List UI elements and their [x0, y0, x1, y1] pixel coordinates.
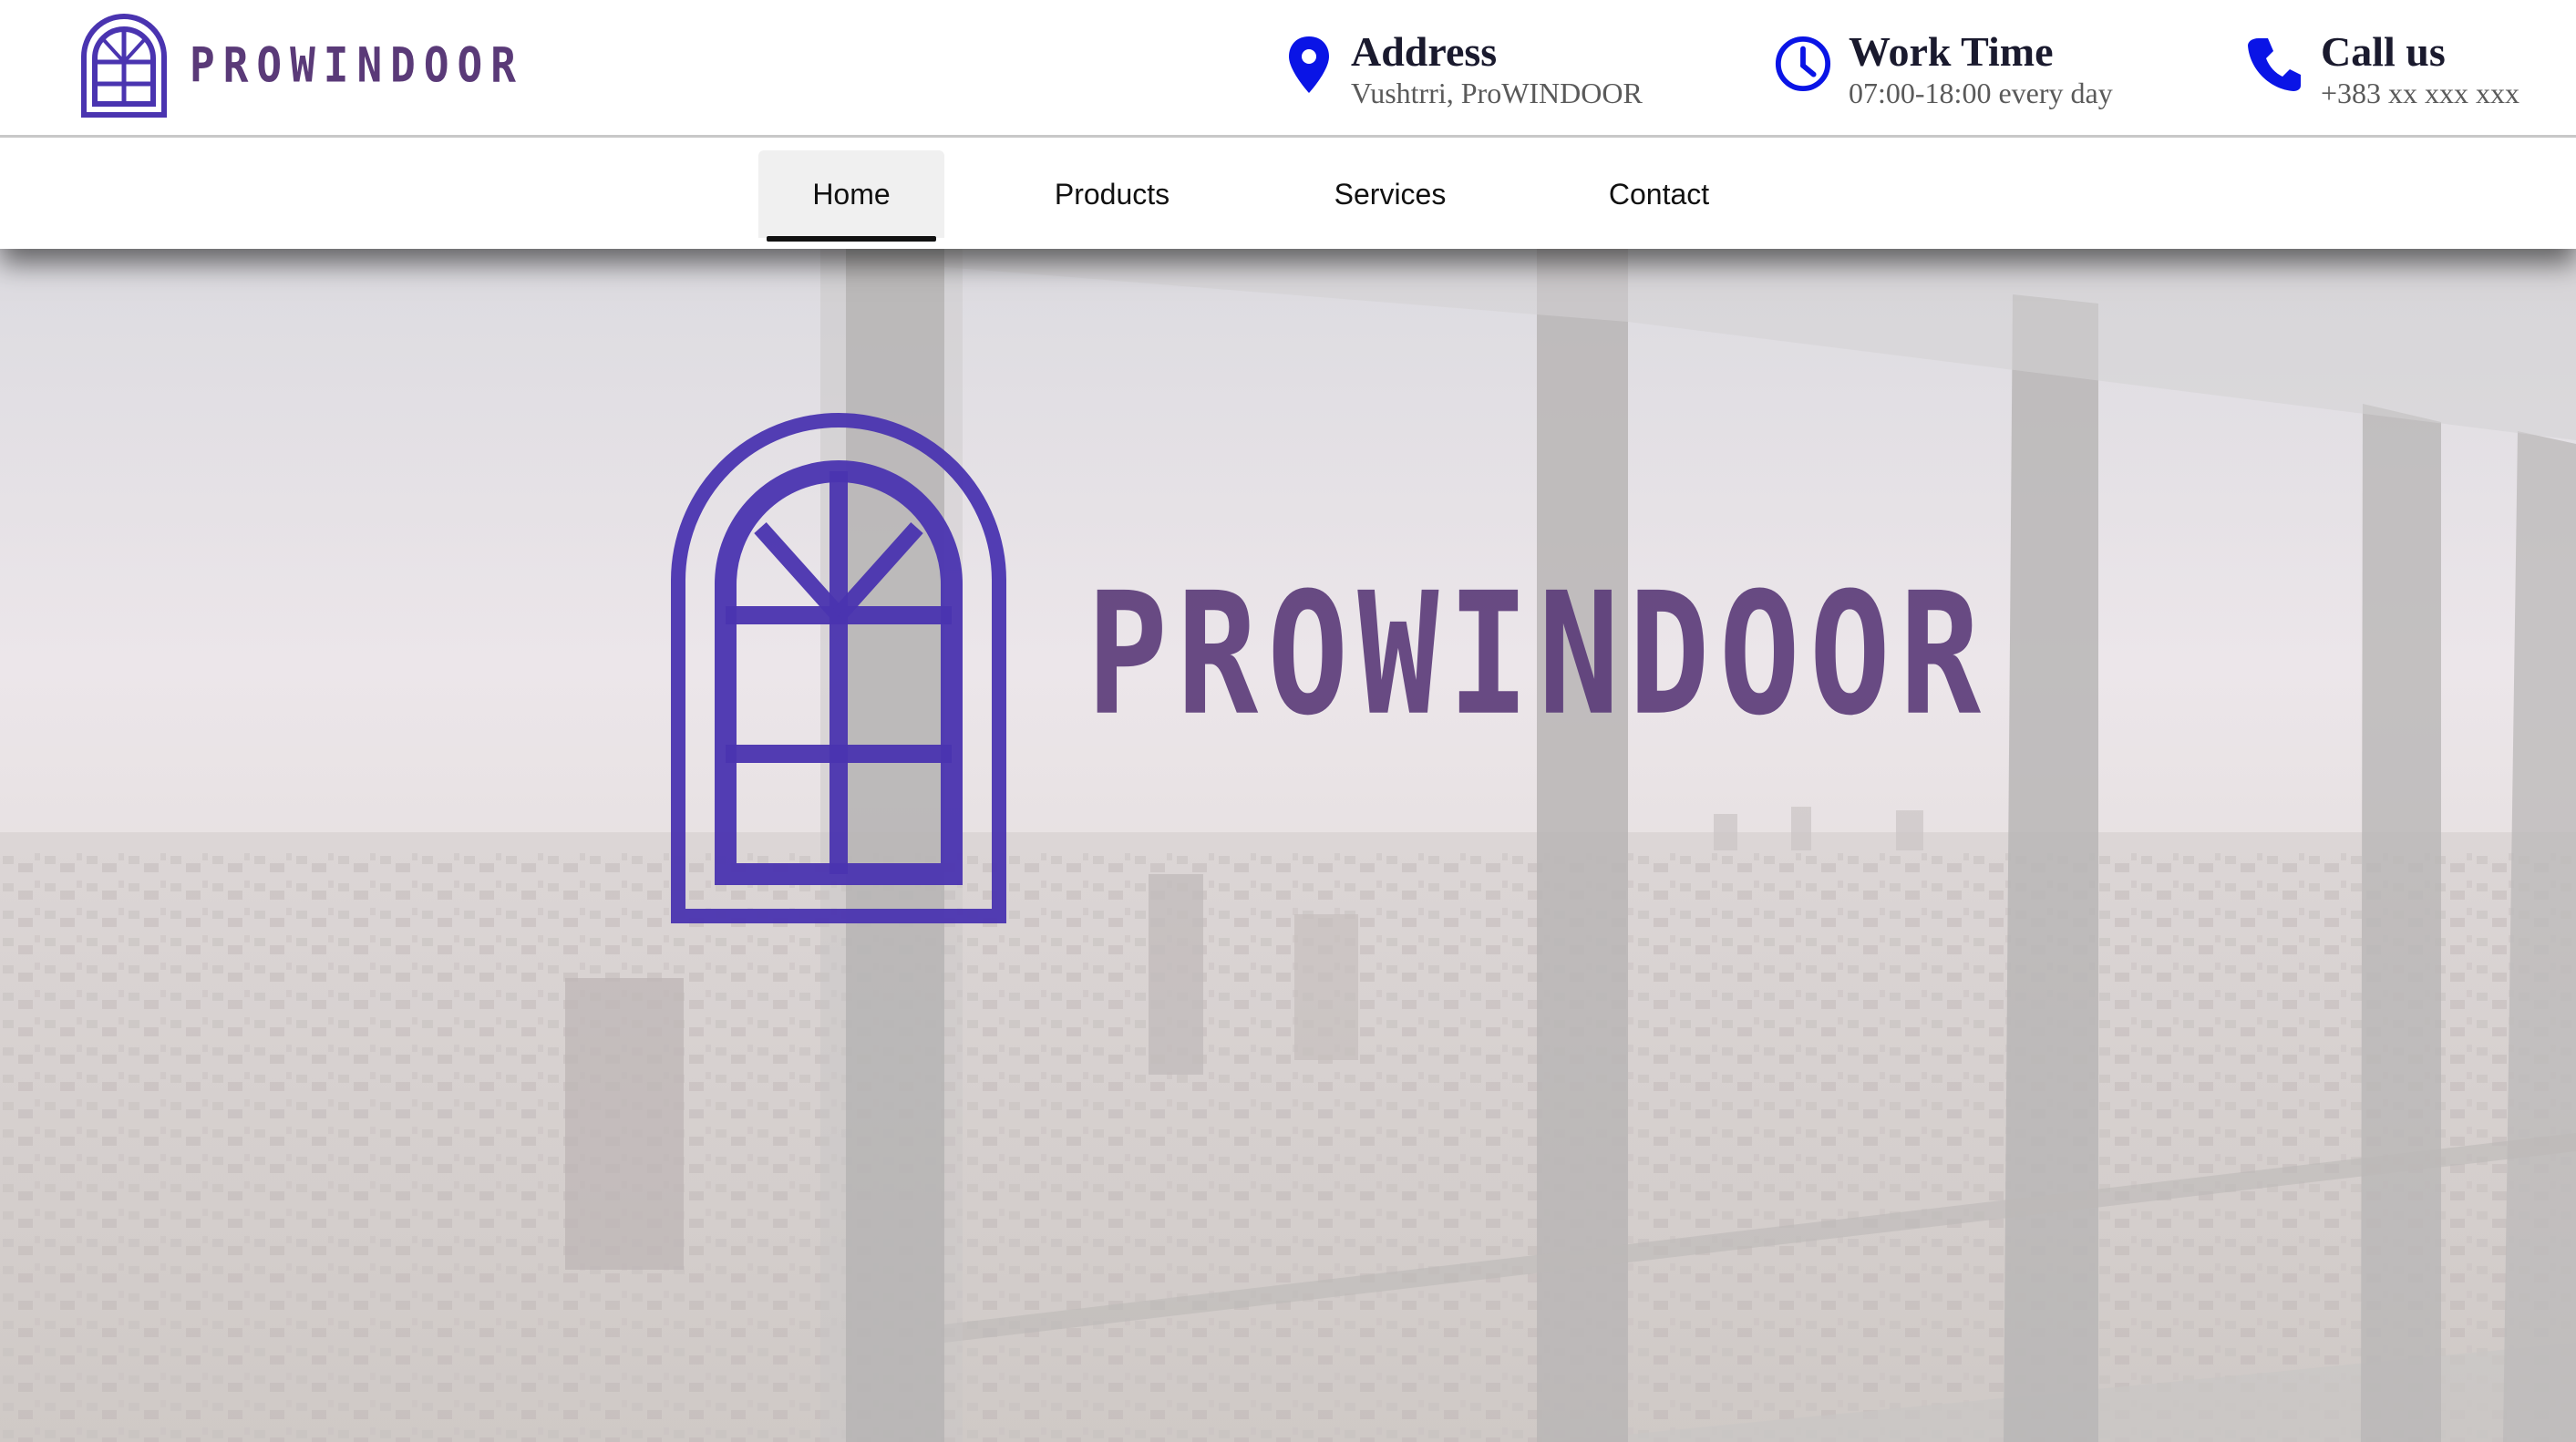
- page: PROWINDOOR Address Vushtrri, ProWINDOOR …: [0, 0, 2576, 1442]
- nav-contact[interactable]: Contact: [1586, 150, 1732, 238]
- work-time-value: 07:00-18:00 every day: [1849, 77, 2113, 109]
- call-us-title: Call us: [2321, 28, 2446, 75]
- nav-home[interactable]: Home: [758, 150, 944, 242]
- hero-background-image: [0, 249, 2576, 1442]
- hero-banner: PROWINDOOR: [0, 249, 2576, 1442]
- phone-icon: [2248, 38, 2301, 91]
- nav-services[interactable]: Services: [1313, 150, 1468, 238]
- phone-number[interactable]: +383 xx xxx xxx: [2321, 77, 2519, 109]
- hero-wordmark: PROWINDOOR: [1087, 556, 1991, 753]
- work-time-info: Work Time 07:00-18:00 every day: [1774, 27, 2113, 115]
- clock-icon: [1775, 36, 1831, 92]
- top-header: PROWINDOOR Address Vushtrri, ProWINDOOR …: [0, 0, 2576, 138]
- address-value: Vushtrri, ProWINDOOR: [1351, 77, 1643, 109]
- main-nav: Home Products Services Contact: [0, 138, 2576, 249]
- address-info: Address Vushtrri, ProWINDOOR: [1283, 27, 1643, 115]
- brand-logo-link[interactable]: PROWINDOOR: [78, 11, 524, 118]
- call-us-info[interactable]: Call us +383 xx xxx xxx: [2246, 27, 2519, 115]
- brand-wordmark: PROWINDOOR: [190, 36, 524, 94]
- arched-window-logo-icon: [81, 14, 167, 118]
- nav-products[interactable]: Products: [1030, 150, 1194, 238]
- location-pin-icon: [1289, 36, 1329, 93]
- hero-arched-window-logo-icon: [671, 413, 1006, 923]
- work-time-title: Work Time: [1849, 28, 2054, 75]
- address-title: Address: [1351, 28, 1498, 75]
